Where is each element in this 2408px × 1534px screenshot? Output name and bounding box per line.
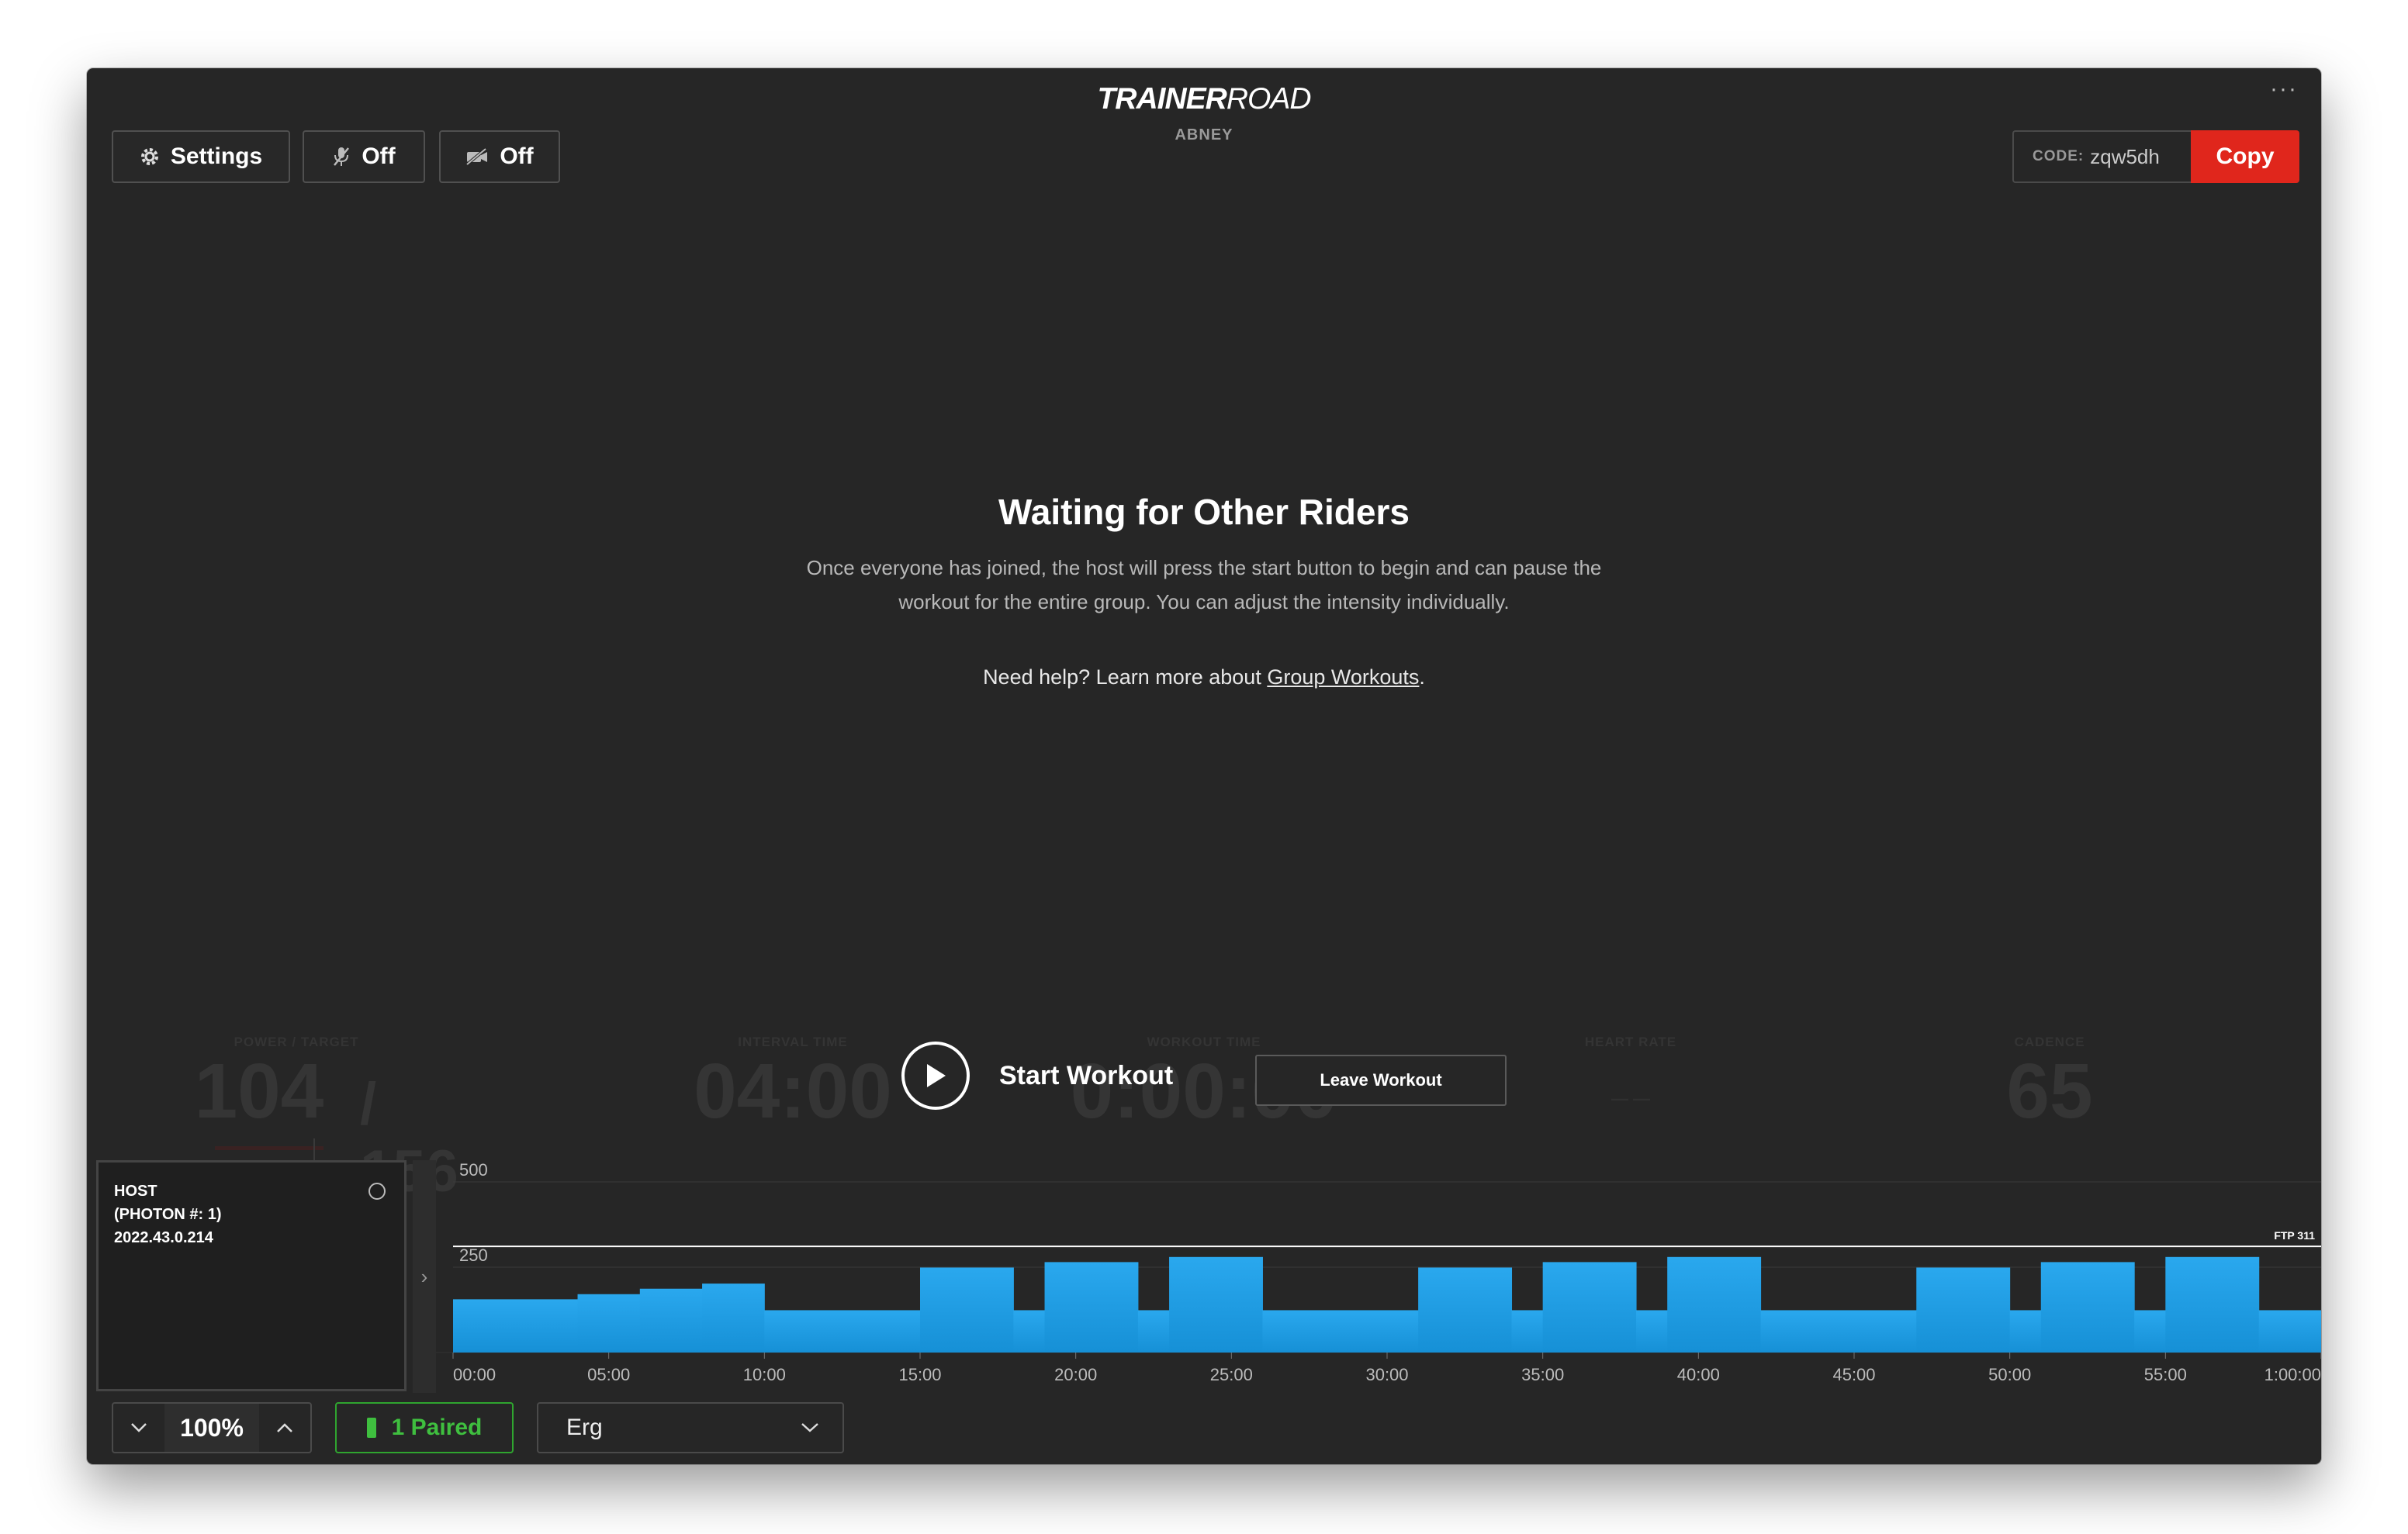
interval-bar	[2258, 1310, 2321, 1353]
group-workouts-link[interactable]: Group Workouts	[1267, 665, 1419, 689]
interval-bar	[1760, 1310, 1917, 1353]
x-tick-label: 50:00	[1988, 1365, 2031, 1384]
chevron-down-icon	[131, 1423, 147, 1432]
intensity-increase-button[interactable]	[259, 1404, 310, 1452]
x-tick-label: 20:00	[1054, 1365, 1097, 1384]
username-label: ABNEY	[1175, 126, 1233, 143]
host-version-label: 2022.43.0.214	[114, 1229, 213, 1246]
waiting-title: Waiting for Other Riders	[998, 492, 1410, 532]
workout-profile-chart: 500 250 FTP 311 00:00 05:00 10:00 15:00 20:00 25…	[436, 1160, 2321, 1384]
host-role-label: HOST	[114, 1183, 157, 1200]
cadence-value: 65	[2006, 1048, 2093, 1135]
interval-bar	[2040, 1262, 2135, 1353]
interval-bar	[1916, 1267, 2011, 1353]
waiting-description: Once everyone has joined, the host will …	[806, 556, 1602, 613]
intensity-decrease-button[interactable]	[113, 1404, 164, 1452]
session-code-label: CODE:	[2033, 148, 2085, 164]
y-tick-label: 500	[459, 1160, 488, 1180]
expand-panel-chevron-icon[interactable]: ›	[413, 1160, 436, 1393]
x-tick-label: 45:00	[1832, 1365, 1875, 1384]
video-state-label: Off	[500, 143, 534, 169]
power-zone-bar	[215, 1146, 323, 1150]
microphone-muted-icon	[334, 147, 350, 166]
interval-bar	[453, 1299, 579, 1353]
x-tick-label: 35:00	[1521, 1365, 1564, 1384]
mode-select[interactable]: Erg	[537, 1402, 844, 1453]
chevron-down-icon	[801, 1423, 818, 1432]
interval-bar	[1169, 1256, 1263, 1353]
x-tick-label: 10:00	[743, 1365, 786, 1384]
start-workout-label: Start Workout	[999, 1060, 1174, 1090]
interval-bar	[1262, 1310, 1419, 1353]
interval-bar	[639, 1288, 703, 1353]
session-code: CODE: zqw5dh	[2012, 130, 2191, 183]
interval-bar	[2134, 1310, 2166, 1353]
x-tick-label: 15:00	[898, 1365, 941, 1384]
intensity-value: 100%	[164, 1404, 259, 1452]
heart-rate-label: HEART RATE	[1584, 1035, 1677, 1049]
heart-rate-value: — —	[1611, 1089, 1651, 1108]
interval-bar	[1044, 1262, 1139, 1353]
interval-bar	[1542, 1262, 1637, 1353]
mode-value: Erg	[566, 1415, 603, 1440]
interval-bar	[577, 1294, 641, 1353]
chevron-up-icon	[277, 1423, 292, 1432]
x-tick-label: 55:00	[2144, 1365, 2187, 1384]
gear-icon	[140, 148, 158, 165]
interval-bar	[1013, 1310, 1046, 1353]
interval-bar	[1667, 1256, 1762, 1353]
video-off-icon	[466, 147, 488, 166]
play-icon	[901, 1042, 970, 1110]
interval-bar	[764, 1310, 921, 1353]
x-tick-label: 40:00	[1677, 1365, 1720, 1384]
microphone-state-label: Off	[362, 143, 396, 169]
ftp-label: FTP 311	[2274, 1229, 2315, 1242]
host-video-panel: HOST (PHOTON #: 1) 2022.43.0.214	[96, 1160, 407, 1391]
host-status-icon	[368, 1183, 386, 1200]
interval-bar	[1418, 1267, 1513, 1353]
interval-bar	[920, 1267, 1014, 1353]
paired-label: 1 Paired	[391, 1415, 483, 1440]
interval-bar	[1636, 1310, 1668, 1353]
interval-bar	[1511, 1310, 1544, 1353]
interval-bar	[2165, 1256, 2260, 1353]
intensity-control: 100%	[112, 1402, 312, 1453]
battery-icon	[366, 1418, 376, 1438]
y-tick-label: 250	[459, 1246, 488, 1265]
host-device-label: (PHOTON #: 1)	[114, 1206, 222, 1223]
start-workout-button[interactable]: Start Workout	[901, 1042, 1173, 1110]
x-tick-label: 25:00	[1210, 1365, 1253, 1384]
interval-time-value: 04:00	[694, 1048, 892, 1135]
copy-code-button[interactable]: Copy	[2191, 130, 2299, 183]
leave-workout-button[interactable]: Leave Workout	[1255, 1055, 1507, 1106]
session-code-value: zqw5dh	[2090, 144, 2160, 168]
interval-bar	[2009, 1310, 2042, 1353]
paired-devices-button[interactable]: 1 Paired	[335, 1402, 514, 1453]
interval-bar	[1137, 1310, 1170, 1353]
trainerroad-logo: TRAINERROAD	[1097, 82, 1311, 116]
help-text: Need help? Learn more about Group Workou…	[983, 665, 1425, 689]
x-tick-label: 30:00	[1365, 1365, 1408, 1384]
x-tick-label: 05:00	[587, 1365, 630, 1384]
interval-bar	[702, 1284, 765, 1353]
power-marker	[313, 1138, 315, 1160]
x-tick-label: 00:00	[453, 1365, 496, 1384]
settings-label: Settings	[170, 143, 263, 169]
x-tick-label: 1:00:00	[2264, 1365, 2321, 1384]
app-window: Settings Off Off TRAINERROAD ABNEY ··· C…	[87, 68, 2321, 1464]
more-options-icon[interactable]: ···	[2270, 76, 2298, 102]
power-value: 104	[194, 1048, 324, 1135]
